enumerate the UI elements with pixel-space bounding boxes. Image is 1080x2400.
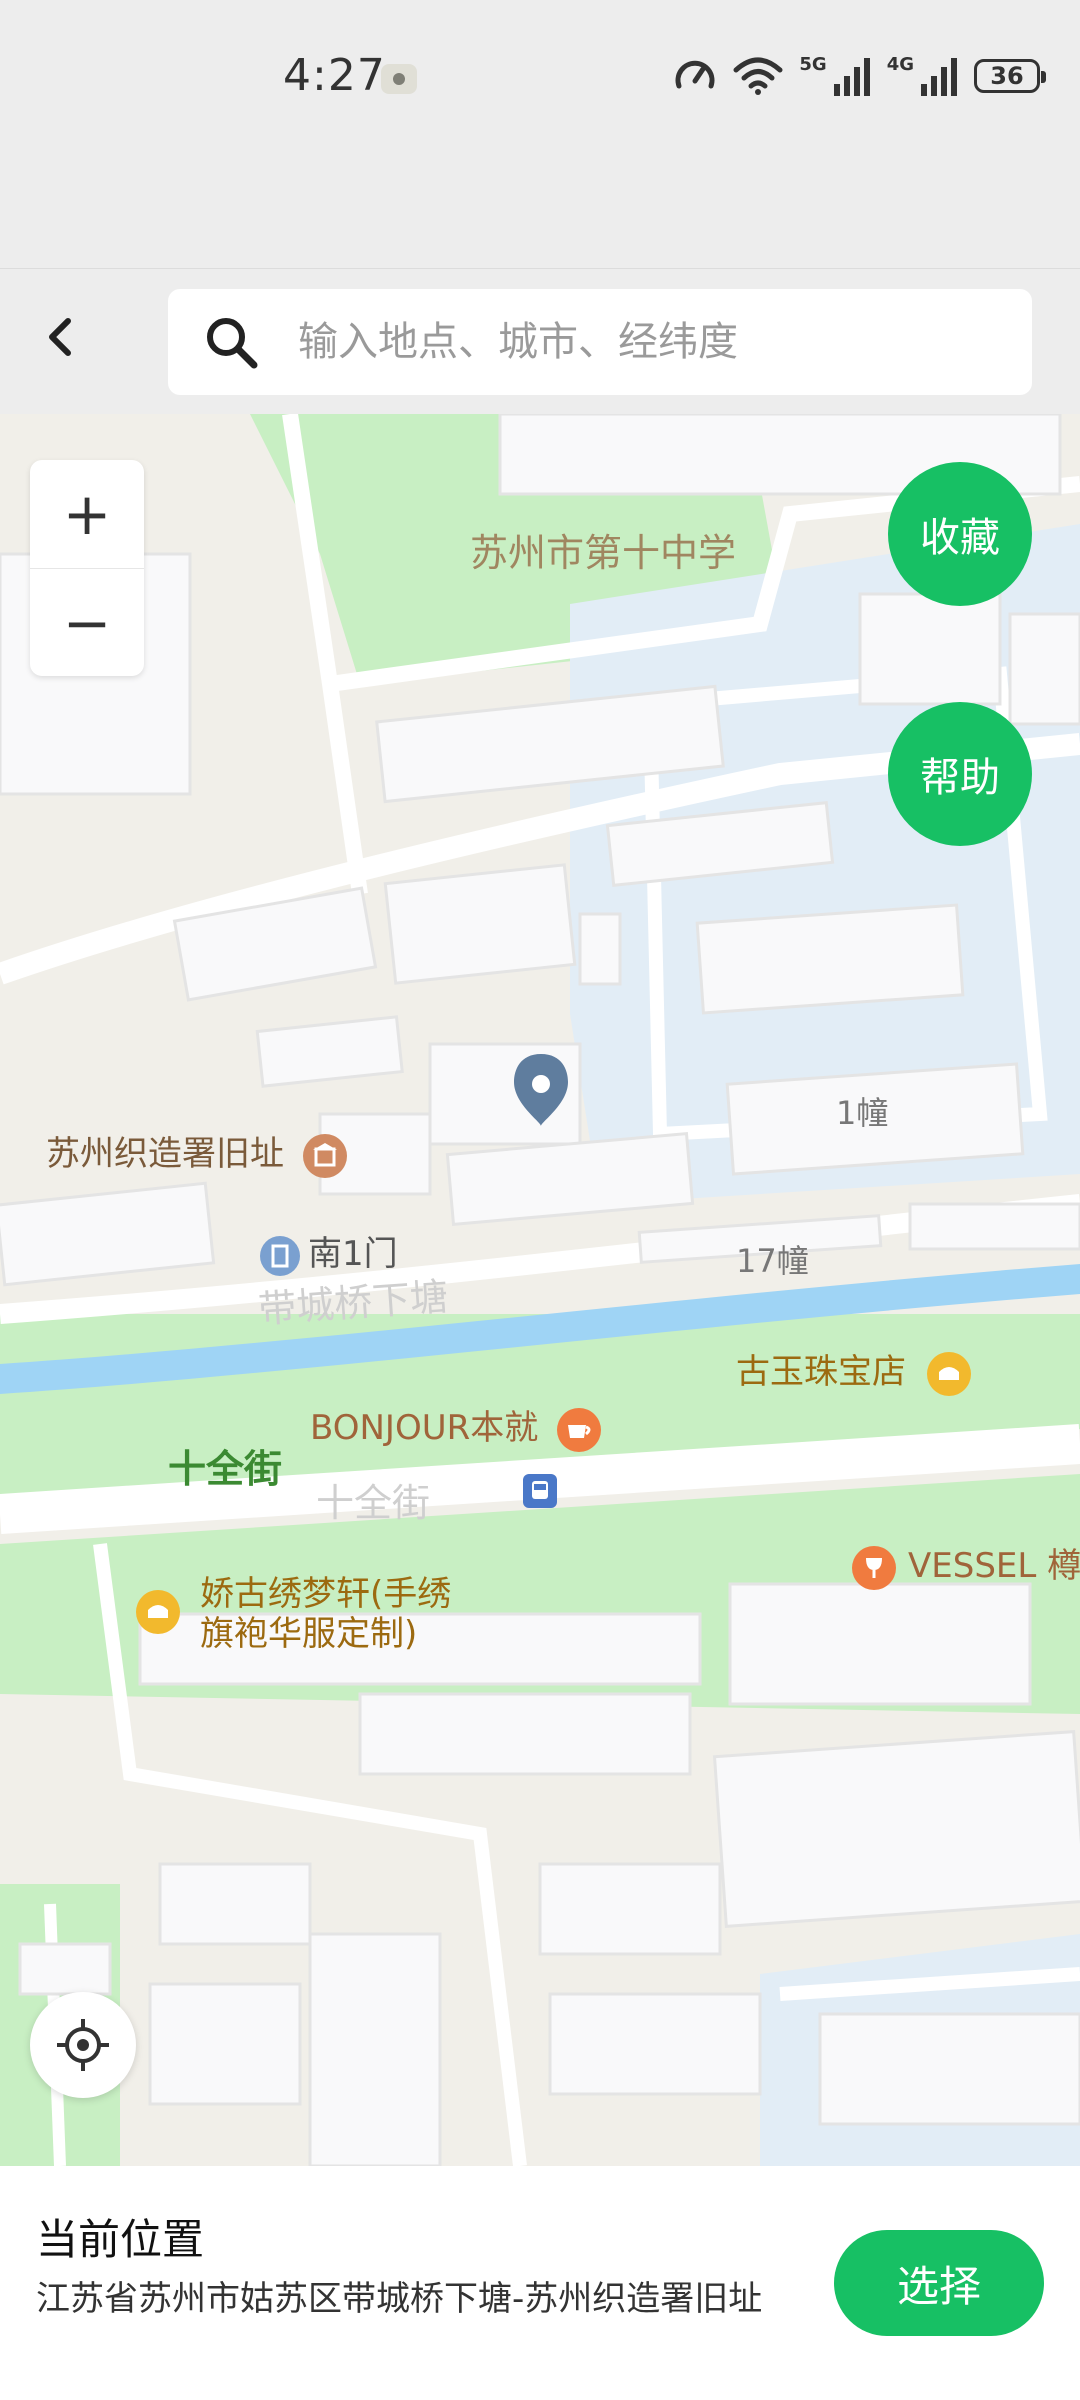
label-gate-text: 南1门 xyxy=(308,1234,398,1274)
select-button[interactable]: 选择 xyxy=(834,2230,1044,2336)
building xyxy=(18,1942,112,1996)
status-icons: 5G 4G 36 xyxy=(673,53,1046,98)
network-4g-label: 4G xyxy=(886,53,914,75)
label-building-17: 17幢 xyxy=(736,1242,809,1280)
building xyxy=(148,1982,302,2106)
building xyxy=(578,912,622,986)
back-button[interactable] xyxy=(28,305,92,369)
locate-button[interactable] xyxy=(30,1992,136,2098)
battery-level: 36 xyxy=(990,62,1024,90)
status-time: 4:27 xyxy=(283,50,386,101)
network-5g-label: 5G xyxy=(799,53,827,75)
favorite-button[interactable]: 收藏 xyxy=(888,462,1032,606)
speed-gauge-icon xyxy=(675,60,715,89)
building xyxy=(383,863,577,985)
label-street-bold[interactable]: 十全街 xyxy=(168,1438,282,1493)
search-box[interactable] xyxy=(168,289,1032,395)
building xyxy=(818,2012,1080,2126)
shop-icon xyxy=(926,1351,971,1396)
status-bar: 4:27 5G 4G 36 xyxy=(0,0,1080,160)
battery-icon: 36 xyxy=(974,59,1046,93)
label-jiaogu[interactable]: 娇古绣梦轩(手绣 旗袍华服定制) xyxy=(136,1574,451,1654)
label-jiaogu-line1: 娇古绣梦轩(手绣 xyxy=(200,1574,452,1614)
current-location-address: 江苏省苏州市姑苏区带城桥下塘-苏州织造署旧址 xyxy=(36,2279,763,2319)
building xyxy=(695,903,965,1015)
map-canvas xyxy=(0,414,1080,2166)
zoom-out-button[interactable]: − xyxy=(30,569,144,677)
building xyxy=(712,1730,1080,1928)
label-jiaogu-line2: 旗袍华服定制) xyxy=(200,1614,418,1654)
gate-icon xyxy=(260,1235,300,1276)
signal-5g-icon xyxy=(833,58,870,96)
building xyxy=(858,592,1002,706)
building xyxy=(728,1582,1032,1706)
building xyxy=(548,1992,762,2096)
map-view[interactable]: 苏州市第十中学 苏州织造署旧址 南1门 带城桥下塘 1幢 17幢 古玉珠宝店 B… xyxy=(0,414,1080,2166)
building xyxy=(308,1932,442,2166)
bar-icon xyxy=(852,1545,896,1590)
building xyxy=(908,1202,1080,1251)
label-jewelry-text: 古玉珠宝店 xyxy=(736,1352,906,1392)
label-vessel[interactable]: VESSEL 樽 xyxy=(852,1538,1080,1590)
building xyxy=(358,1692,692,1776)
label-bonjour[interactable]: BONJOUR本就 xyxy=(310,1400,602,1452)
landmark-icon xyxy=(302,1133,347,1178)
search-icon xyxy=(207,318,258,369)
bus-stop-icon[interactable] xyxy=(523,1474,557,1508)
zoom-in-button[interactable]: + xyxy=(30,460,144,569)
label-site[interactable]: 苏州织造署旧址 xyxy=(46,1126,347,1178)
zoom-controls: + − xyxy=(30,460,144,676)
label-street-faint: 十全街 xyxy=(316,1481,431,1525)
building xyxy=(1008,612,1080,726)
label-vessel-text: VESSEL 樽 xyxy=(908,1546,1080,1586)
building xyxy=(158,1862,312,1946)
screen-record-icon xyxy=(381,64,417,94)
signal-4g-icon xyxy=(921,58,957,96)
search-input[interactable] xyxy=(298,289,998,395)
building xyxy=(538,1862,722,1956)
cafe-icon xyxy=(557,1407,602,1452)
wifi-icon xyxy=(733,57,783,95)
label-bonjour-text: BONJOUR本就 xyxy=(310,1408,539,1448)
shop-icon xyxy=(136,1590,180,1634)
label-building-1: 1幢 xyxy=(836,1094,889,1132)
building xyxy=(445,1132,695,1226)
current-location-title: 当前位置 xyxy=(36,2215,205,2264)
search-header xyxy=(0,268,1080,415)
building xyxy=(0,1181,216,1287)
chevron-left-icon xyxy=(49,318,71,356)
current-location-panel: 当前位置 江苏省苏州市姑苏区带城桥下塘-苏州织造署旧址 选择 xyxy=(0,2166,1080,2400)
help-button[interactable]: 帮助 xyxy=(888,702,1032,846)
label-site-text: 苏州织造署旧址 xyxy=(46,1134,284,1174)
label-school[interactable]: 苏州市第十中学 xyxy=(470,522,736,577)
label-jewelry[interactable]: 古玉珠宝店 xyxy=(736,1344,971,1396)
crosshair-icon xyxy=(57,2019,109,2071)
building xyxy=(255,1015,404,1088)
label-gate[interactable]: 南1门 xyxy=(260,1226,398,1276)
